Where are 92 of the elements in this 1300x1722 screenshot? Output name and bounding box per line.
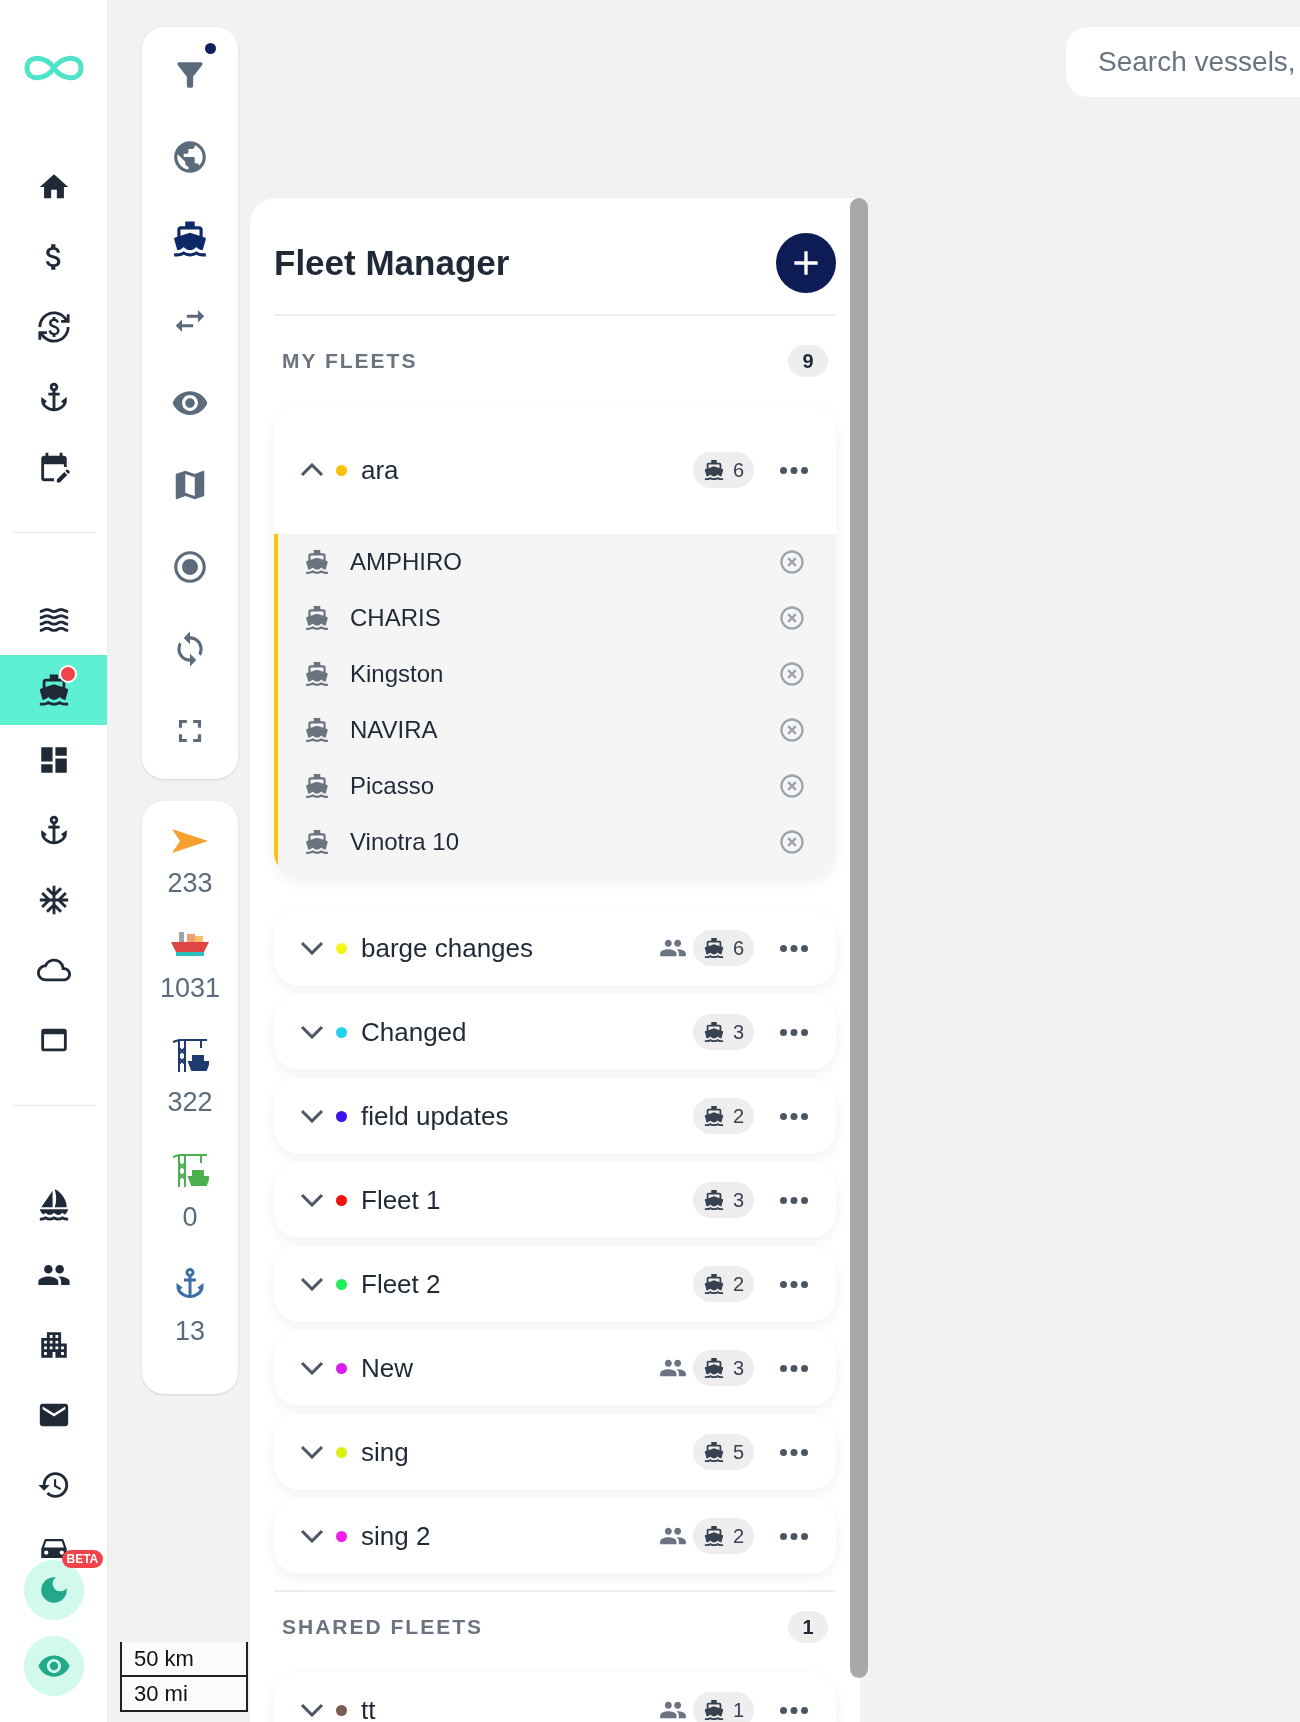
close-icon bbox=[778, 716, 806, 744]
close-icon bbox=[778, 604, 806, 632]
ship-icon bbox=[171, 220, 209, 258]
vessel-count: 2 bbox=[732, 1272, 744, 1297]
ship-icon bbox=[702, 1021, 725, 1043]
more-icon bbox=[780, 1532, 808, 1540]
section-heading: SHARED FLEETS bbox=[282, 1614, 483, 1641]
chevron-down-icon bbox=[300, 1361, 324, 1375]
beta-badge: BETA bbox=[61, 1550, 104, 1568]
chevron-down-icon bbox=[300, 1529, 324, 1543]
vessel-name: Picasso bbox=[350, 771, 435, 801]
vessel-name: AMPHIRO bbox=[350, 547, 462, 577]
fleet-name: tt bbox=[361, 1693, 376, 1722]
vessel-count: 2 bbox=[732, 1524, 744, 1549]
ship-icon bbox=[702, 1105, 725, 1127]
close-icon bbox=[778, 828, 806, 856]
ship-icon bbox=[702, 1441, 725, 1463]
close-icon bbox=[778, 548, 806, 576]
ship-icon bbox=[702, 1525, 725, 1547]
ship-icon bbox=[702, 1357, 725, 1379]
chevron-up-icon bbox=[300, 463, 324, 477]
ship-icon bbox=[304, 773, 330, 799]
stat-count: 13 bbox=[174, 1315, 205, 1348]
search-input[interactable]: Search vessels, bbox=[1098, 41, 1300, 83]
stat-count: 322 bbox=[167, 1086, 213, 1119]
vessel-name: CHARIS bbox=[350, 603, 441, 633]
ship-icon bbox=[702, 1273, 725, 1295]
chevron-down-icon bbox=[300, 1277, 324, 1291]
stat-count: 1031 bbox=[159, 971, 221, 1005]
more-icon bbox=[780, 466, 808, 474]
more-icon bbox=[780, 1196, 808, 1204]
add-fleet-button[interactable] bbox=[776, 233, 836, 293]
section-heading: MY FLEETS bbox=[282, 348, 418, 375]
vessel-count: 1 bbox=[732, 1698, 744, 1722]
count-badge: 9 bbox=[788, 345, 828, 377]
ship-icon bbox=[702, 459, 725, 481]
chevron-down-icon bbox=[300, 1109, 324, 1123]
chevron-down-icon bbox=[300, 941, 324, 955]
stat-count: 0 bbox=[182, 1200, 198, 1234]
fleet-name: sing 2 bbox=[361, 1519, 431, 1553]
chevron-down-icon bbox=[300, 1193, 324, 1207]
fleet-name: Fleet 2 bbox=[361, 1267, 441, 1301]
target-icon bbox=[171, 548, 209, 586]
more-icon bbox=[780, 1706, 808, 1714]
ship-icon bbox=[304, 661, 330, 687]
vessel-count: 6 bbox=[732, 458, 744, 483]
ship-icon bbox=[702, 1699, 725, 1721]
ship-icon bbox=[304, 717, 330, 743]
vessel-count: 6 bbox=[732, 936, 744, 961]
port-crane-icon bbox=[171, 1036, 209, 1072]
vessel-count: 2 bbox=[732, 1104, 744, 1129]
ship-icon bbox=[702, 937, 725, 959]
scale-metric: 50 km bbox=[122, 1642, 246, 1677]
close-icon bbox=[778, 660, 806, 688]
vessel-name: Vinotra 10 bbox=[350, 827, 459, 857]
fleet-name: barge changes bbox=[361, 931, 534, 965]
chevron-down-icon bbox=[300, 1445, 324, 1459]
fleet-name: Changed bbox=[361, 1015, 467, 1049]
fleet-name: ara bbox=[361, 453, 399, 487]
fleet-name: New bbox=[361, 1351, 413, 1385]
count-badge: 1 bbox=[788, 1611, 828, 1643]
more-icon bbox=[780, 944, 808, 952]
scale-imperial: 30 mi bbox=[122, 1677, 246, 1712]
stat-count: 233 bbox=[167, 867, 213, 900]
ship-icon bbox=[304, 605, 330, 631]
ship-icon bbox=[702, 1189, 725, 1211]
more-icon bbox=[780, 1280, 808, 1288]
search-field[interactable]: Search vessels, bbox=[1066, 27, 1300, 97]
paper-plane-icon bbox=[172, 829, 208, 853]
vessel-count: 3 bbox=[732, 1020, 744, 1045]
vessel-count: 5 bbox=[732, 1440, 744, 1465]
currency-exchange-icon bbox=[36, 310, 71, 344]
more-icon bbox=[780, 1112, 808, 1120]
cargo-ship-icon bbox=[171, 931, 209, 958]
more-icon bbox=[780, 1028, 808, 1036]
more-icon bbox=[780, 1364, 808, 1372]
vessel-name: NAVIRA bbox=[350, 715, 438, 745]
more-icon bbox=[780, 1448, 808, 1456]
vessel-count: 3 bbox=[732, 1188, 744, 1213]
vessel-count: 3 bbox=[732, 1356, 744, 1381]
panel-title: Fleet Manager bbox=[274, 241, 510, 284]
globe-icon bbox=[171, 138, 209, 176]
ship-icon bbox=[304, 549, 330, 575]
chevron-down-icon bbox=[300, 1025, 324, 1039]
fleet-name: Fleet 1 bbox=[361, 1183, 441, 1217]
ship-icon bbox=[304, 829, 330, 855]
nav-item[interactable] bbox=[0, 655, 107, 725]
vessel-name: Kingston bbox=[350, 659, 444, 689]
chevron-down-icon bbox=[300, 1703, 324, 1717]
close-icon bbox=[778, 772, 806, 800]
fleet-name: field updates bbox=[361, 1099, 509, 1133]
fleet-name: sing bbox=[361, 1435, 409, 1469]
